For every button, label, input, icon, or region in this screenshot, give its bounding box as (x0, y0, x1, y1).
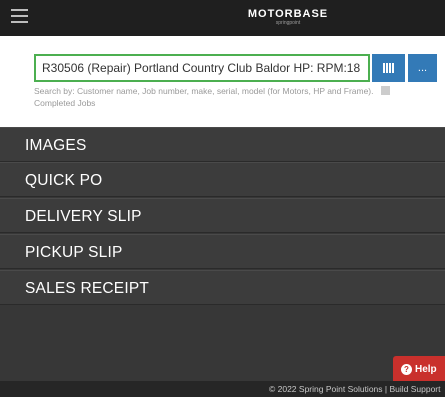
menu-item-images[interactable]: IMAGES (0, 127, 445, 162)
menu-item-quick-po[interactable]: QUICK PO (0, 162, 445, 197)
menu-item-label: QUICK PO (25, 172, 103, 189)
menu-item-label: IMAGES (25, 137, 87, 154)
menu-item-label: SALES RECEIPT (25, 280, 150, 297)
job-search-panel: ... Search by: Customer name, Job number… (0, 36, 445, 127)
completed-jobs-label: Completed Jobs (34, 98, 96, 108)
help-label: Help (415, 364, 437, 375)
top-navbar: MOTORBASE springpoint (0, 0, 445, 36)
logo-text: MOTORBASE (247, 8, 329, 20)
hamburger-menu-icon[interactable] (11, 9, 28, 24)
barcode-icon (383, 63, 395, 73)
menu-item-label: PICKUP SLIP (25, 244, 123, 261)
more-options-button[interactable]: ... (408, 54, 437, 82)
search-hint-text: Search by: Customer name, Job number, ma… (34, 86, 374, 96)
job-search-input[interactable] (34, 54, 370, 82)
search-hint: Search by: Customer name, Job number, ma… (34, 85, 414, 109)
logo-subtext: springpoint (275, 20, 301, 26)
footer-text: © 2022 Spring Point Solutions | Build Su… (269, 384, 441, 394)
menu-item-delivery-slip[interactable]: DELIVERY SLIP (0, 198, 445, 233)
question-icon: ? (401, 364, 412, 375)
menu-item-label: DELIVERY SLIP (25, 208, 142, 225)
completed-jobs-checkbox[interactable] (380, 86, 390, 95)
menu-item-pickup-slip[interactable]: PICKUP SLIP (0, 234, 445, 269)
barcode-scan-button[interactable] (372, 54, 405, 82)
menu-item-sales-receipt[interactable]: SALES RECEIPT (0, 270, 445, 305)
app-logo[interactable]: MOTORBASE springpoint (243, 8, 333, 30)
footer: © 2022 Spring Point Solutions | Build Su… (0, 381, 445, 397)
help-button[interactable]: ? Help (393, 356, 445, 382)
actions-menu: IMAGES QUICK PO DELIVERY SLIP PICKUP SLI… (0, 127, 445, 381)
